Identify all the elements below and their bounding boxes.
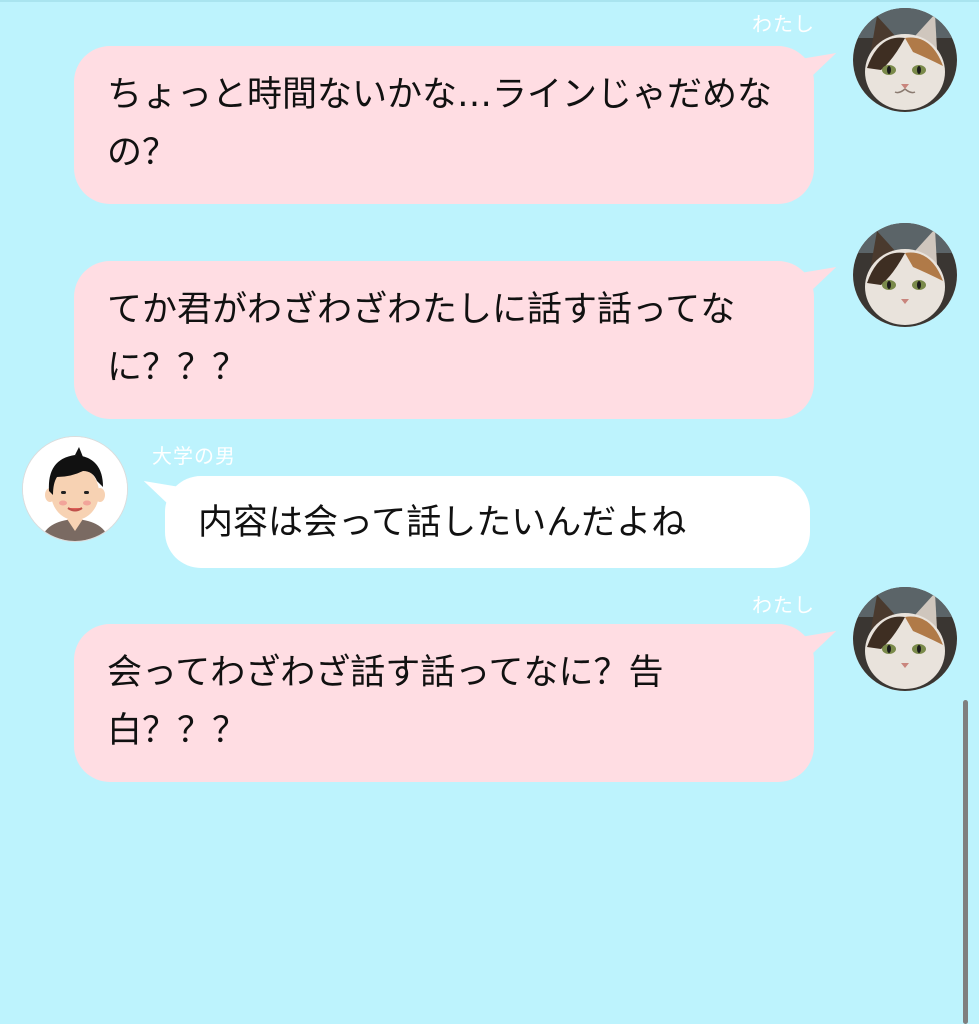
- sender-name: わたし: [752, 593, 815, 617]
- top-divider: [0, 0, 979, 2]
- message-bubble[interactable]: てか君がわざわざわたしに話す話ってなに？？？: [74, 261, 814, 419]
- message-bubble[interactable]: 内容は会って話したいんだよね: [165, 476, 810, 568]
- man-avatar-icon[interactable]: [22, 436, 128, 542]
- sender-name: わたし: [752, 12, 815, 36]
- message-bubble[interactable]: ちょっと時間ないかな…ラインじゃだめなの？: [74, 46, 814, 204]
- cat-avatar-icon[interactable]: [853, 223, 957, 327]
- cat-avatar-icon[interactable]: [853, 587, 957, 691]
- vertical-scrollbar[interactable]: [963, 700, 968, 1024]
- sender-name: 大学の男: [152, 444, 236, 468]
- message-bubble[interactable]: 会ってわざわざ話す話ってなに？告白？？？: [74, 624, 814, 782]
- cat-avatar-icon[interactable]: [853, 8, 957, 112]
